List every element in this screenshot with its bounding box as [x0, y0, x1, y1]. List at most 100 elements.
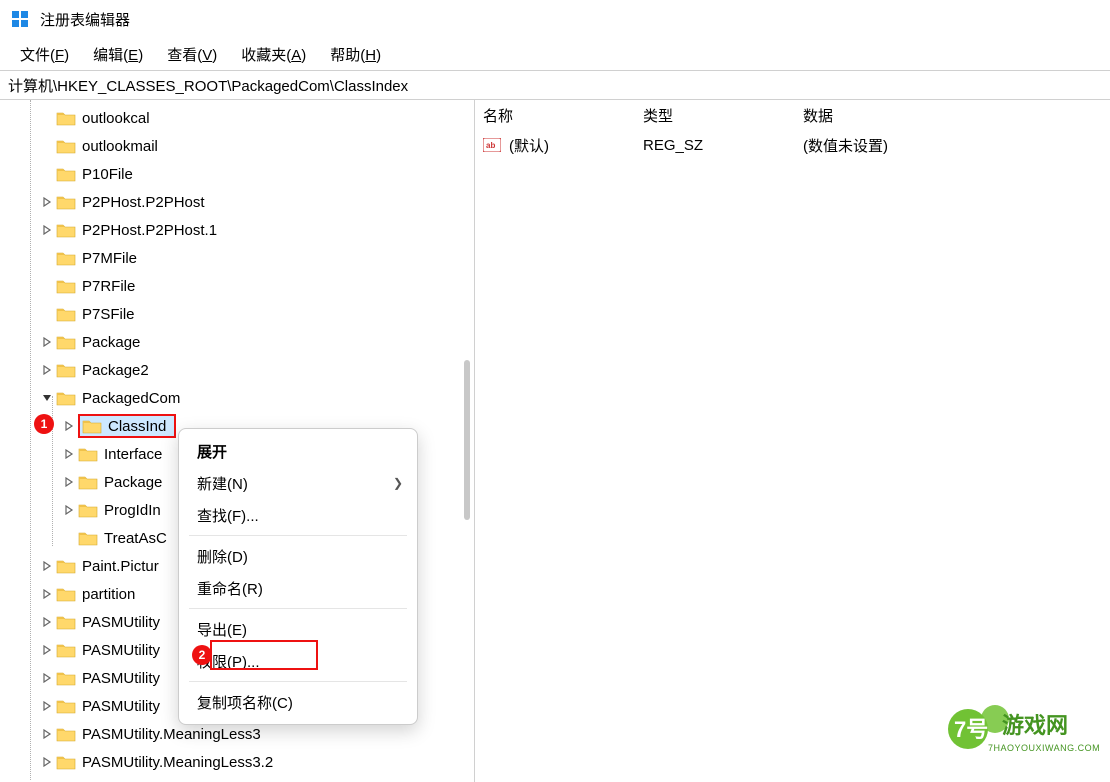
- folder-icon: [56, 642, 76, 658]
- chevron-right-icon[interactable]: [62, 475, 76, 489]
- ctx-separator: [189, 608, 407, 609]
- tree-item-label: outlookmail: [82, 138, 158, 155]
- folder-icon: [56, 194, 76, 210]
- tree-item-label: TreatAsC: [104, 530, 167, 547]
- chevron-right-icon[interactable]: [62, 447, 76, 461]
- address-bar[interactable]: 计算机\HKEY_CLASSES_ROOT\PackagedCom\ClassI…: [0, 70, 1110, 100]
- folder-icon: [78, 530, 98, 546]
- chevron-right-icon[interactable]: [40, 559, 54, 573]
- folder-icon: [56, 586, 76, 602]
- chevron-right-icon[interactable]: [40, 195, 54, 209]
- folder-icon: [56, 138, 76, 154]
- folder-icon: [56, 278, 76, 294]
- tree-item-label: partition: [82, 586, 135, 603]
- titlebar: 注册表编辑器: [0, 0, 1110, 38]
- folder-icon: [56, 222, 76, 238]
- folder-icon: [56, 362, 76, 378]
- tree-item[interactable]: P10File: [0, 160, 474, 188]
- tree-item[interactable]: P2PHost.P2PHost: [0, 188, 474, 216]
- tree-item[interactable]: outlookmail: [0, 132, 474, 160]
- tree-item-label: Package: [82, 334, 140, 351]
- tree-item-label: Paint.Pictur: [82, 558, 159, 575]
- folder-icon: [56, 614, 76, 630]
- menu-view[interactable]: 查看(V): [155, 40, 229, 69]
- chevron-right-icon[interactable]: [40, 587, 54, 601]
- value-type: REG_SZ: [643, 137, 803, 154]
- col-header-name[interactable]: 名称: [483, 105, 643, 126]
- folder-icon: [56, 726, 76, 742]
- tree-item-label: P2PHost.P2PHost.1: [82, 222, 217, 239]
- chevron-right-icon[interactable]: [62, 503, 76, 517]
- ctx-delete[interactable]: 删除(D): [179, 540, 417, 572]
- ctx-expand[interactable]: 展开: [179, 435, 417, 467]
- tree-item-label: ProgIdIn: [104, 502, 161, 519]
- folder-icon: [78, 502, 98, 518]
- menu-favorites[interactable]: 收藏夹(A): [229, 40, 318, 69]
- tree-scrollbar[interactable]: [464, 360, 470, 520]
- chevron-right-icon[interactable]: [40, 223, 54, 237]
- tree-item[interactable]: outlookcal: [0, 104, 474, 132]
- chevron-right-icon[interactable]: [40, 335, 54, 349]
- tree-item[interactable]: P7SFile: [0, 300, 474, 328]
- folder-icon: [56, 390, 76, 406]
- ctx-find[interactable]: 查找(F)...: [179, 499, 417, 531]
- svg-text:7号: 7号: [954, 717, 988, 742]
- chevron-right-icon[interactable]: [40, 727, 54, 741]
- folder-icon: [56, 670, 76, 686]
- tree-item-label: P10File: [82, 166, 133, 183]
- folder-icon: [56, 250, 76, 266]
- menu-file[interactable]: 文件(F): [8, 40, 81, 69]
- tree-item[interactable]: P2PHost.P2PHost.1: [0, 216, 474, 244]
- menu-help[interactable]: 帮助(H): [318, 40, 393, 69]
- tree-item-label: Package: [104, 474, 162, 491]
- value-data: (数值未设置): [803, 135, 1110, 156]
- chevron-right-icon: ❯: [393, 476, 403, 490]
- tree-item-label: Interface: [104, 446, 162, 463]
- tree-item-label: PASMUtility: [82, 670, 160, 687]
- ctx-new[interactable]: 新建(N) ❯: [179, 467, 417, 499]
- folder-icon: [56, 334, 76, 350]
- tree-item-label: P7RFile: [82, 278, 135, 295]
- annotation-callout-2: 2: [192, 645, 212, 665]
- tree-item-label: ClassInd: [108, 418, 166, 435]
- tree-item-label: P7MFile: [82, 250, 137, 267]
- chevron-right-icon[interactable]: [40, 699, 54, 713]
- ctx-rename[interactable]: 重命名(R): [179, 572, 417, 604]
- ctx-copy-key-name[interactable]: 复制项名称(C): [179, 686, 417, 718]
- tree-item[interactable]: P7MFile: [0, 244, 474, 272]
- ctx-export[interactable]: 导出(E): [179, 613, 417, 645]
- tree-item-label: PASMUtility: [82, 698, 160, 715]
- chevron-right-icon[interactable]: [62, 419, 76, 433]
- svg-text:7HAOYOUXIWANG.COM: 7HAOYOUXIWANG.COM: [988, 743, 1100, 753]
- folder-icon: [56, 558, 76, 574]
- value-row[interactable]: ab (默认) REG_SZ (数值未设置): [475, 130, 1110, 160]
- col-header-data[interactable]: 数据: [803, 105, 1110, 126]
- ctx-permissions[interactable]: 权限(P)...: [179, 645, 417, 677]
- chevron-down-icon[interactable]: [40, 391, 54, 405]
- chevron-right-icon[interactable]: [40, 363, 54, 377]
- menubar: 文件(F) 编辑(E) 查看(V) 收藏夹(A) 帮助(H): [0, 38, 1110, 70]
- tree-item[interactable]: PackagedCom: [0, 384, 474, 412]
- selected-tree-item[interactable]: ClassInd: [78, 414, 176, 438]
- folder-icon: [78, 474, 98, 490]
- ctx-separator: [189, 535, 407, 536]
- tree-item[interactable]: PASMUtility.MeaningLess3.2: [0, 748, 474, 776]
- chevron-right-icon[interactable]: [40, 643, 54, 657]
- chevron-right-icon[interactable]: [40, 615, 54, 629]
- path-text: 计算机\HKEY_CLASSES_ROOT\PackagedCom\ClassI…: [8, 75, 408, 96]
- col-header-type[interactable]: 类型: [643, 105, 803, 126]
- menu-edit[interactable]: 编辑(E): [81, 40, 155, 69]
- folder-icon: [56, 306, 76, 322]
- values-pane: 名称 类型 数据 ab (默认) REG_SZ (数值未设置): [475, 100, 1110, 782]
- tree-item[interactable]: Package2: [0, 356, 474, 384]
- string-value-icon: ab: [483, 137, 503, 153]
- tree-item-label: PASMUtility: [82, 642, 160, 659]
- chevron-right-icon[interactable]: [40, 671, 54, 685]
- tree-item-label: PASMUtility: [82, 614, 160, 631]
- svg-text:游戏网: 游戏网: [1002, 713, 1068, 738]
- tree-item[interactable]: P7RFile: [0, 272, 474, 300]
- tree-item-label: outlookcal: [82, 110, 150, 127]
- tree-item[interactable]: Package: [0, 328, 474, 356]
- window-title: 注册表编辑器: [40, 9, 130, 30]
- chevron-right-icon[interactable]: [40, 755, 54, 769]
